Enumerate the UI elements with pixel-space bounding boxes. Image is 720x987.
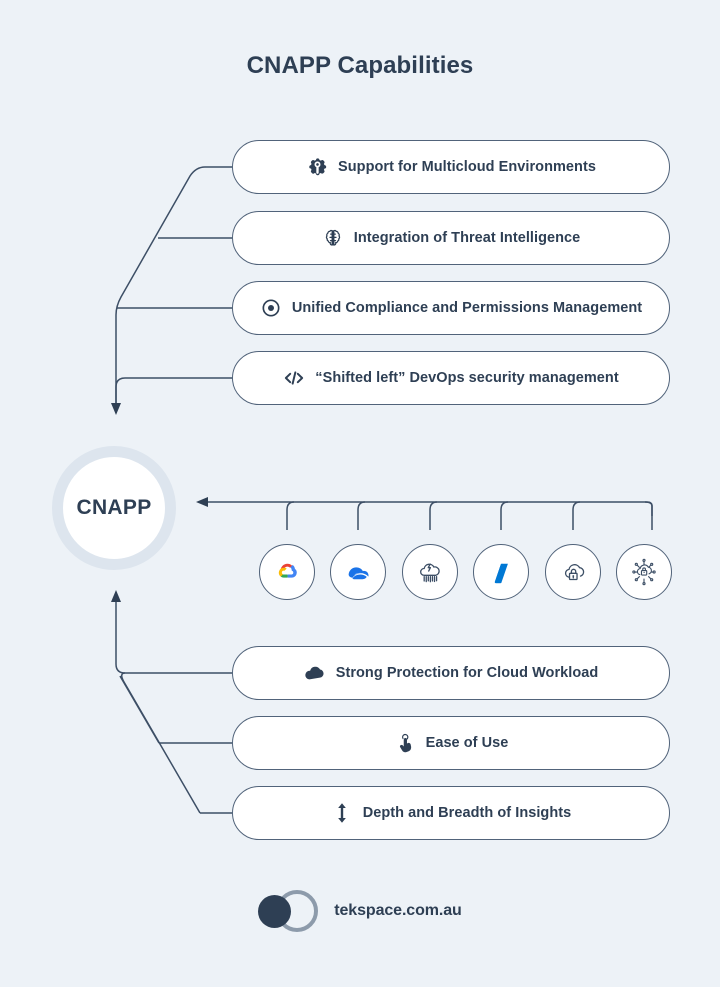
infographic-canvas: CNAPP Capabilities CNAPP Support for Mul… bbox=[0, 0, 720, 987]
capability-pill-compliance[interactable]: Unified Compliance and Permissions Manag… bbox=[232, 281, 670, 335]
azure-icon bbox=[494, 563, 508, 584]
connector-drop-4 bbox=[500, 501, 509, 530]
connector-arrow-down bbox=[111, 403, 121, 415]
target-icon bbox=[260, 297, 282, 319]
capability-pill-multicloud[interactable]: Support for Multicloud Environments bbox=[232, 140, 670, 194]
platform-google-cloud[interactable] bbox=[259, 544, 315, 600]
connector-arrow-up bbox=[111, 590, 121, 602]
network-lock-icon bbox=[632, 558, 656, 586]
cloud-filled-icon bbox=[304, 662, 326, 684]
gear-wrench-icon bbox=[306, 156, 328, 178]
connector-bottom-diagonal-aux bbox=[119, 675, 160, 744]
capability-label: Strong Protection for Cloud Workload bbox=[335, 665, 599, 681]
capability-pill-insights[interactable]: Depth and Breadth of Insights bbox=[232, 786, 670, 840]
platform-cloud-lock[interactable] bbox=[545, 544, 601, 600]
capability-label: Unified Compliance and Permissions Manag… bbox=[291, 300, 643, 316]
capability-label: Support for Multicloud Environments bbox=[338, 159, 596, 175]
cloud-lock-icon bbox=[564, 564, 585, 581]
connector-drop-5 bbox=[572, 501, 581, 530]
connector-top-trunk bbox=[115, 166, 232, 405]
pointing-hand-icon bbox=[394, 732, 416, 754]
capability-pill-shift-left[interactable]: “Shifted left” DevOps security managemen… bbox=[232, 351, 670, 405]
blue-cloud-icon bbox=[348, 567, 369, 580]
capability-label: Ease of Use bbox=[425, 735, 509, 751]
page-title: CNAPP Capabilities bbox=[246, 52, 474, 79]
rain-cloud-icon bbox=[420, 563, 440, 583]
capability-pill-threat-intel[interactable]: Integration of Threat Intelligence bbox=[232, 211, 670, 265]
vertical-double-arrow-icon bbox=[331, 802, 353, 824]
connector-arrow-left bbox=[196, 497, 208, 507]
platform-blue-cloud[interactable] bbox=[330, 544, 386, 600]
connector-bus bbox=[204, 501, 653, 507]
connector-bottom-trunk bbox=[115, 600, 232, 674]
connector-drop-1 bbox=[286, 501, 295, 530]
capability-label: Integration of Threat Intelligence bbox=[353, 230, 581, 246]
platform-azure[interactable] bbox=[473, 544, 529, 600]
platform-network-lock[interactable] bbox=[616, 544, 672, 600]
cnapp-center-node: CNAPP bbox=[52, 446, 176, 570]
capability-pill-cloud-workload[interactable]: Strong Protection for Cloud Workload bbox=[232, 646, 670, 700]
brain-icon bbox=[322, 227, 344, 249]
capability-label: Depth and Breadth of Insights bbox=[362, 805, 572, 821]
connector-bottom-diagonal bbox=[121, 672, 201, 814]
footer-wordmark: tekspace.com.au bbox=[334, 902, 462, 919]
connector-branch-top-4 bbox=[115, 377, 232, 405]
capability-pill-ease-of-use[interactable]: Ease of Use bbox=[232, 716, 670, 770]
connector-drop-6-elbow bbox=[644, 501, 653, 507]
platform-rain-cloud[interactable] bbox=[402, 544, 458, 600]
tekspace-logo-icon bbox=[258, 888, 320, 934]
code-tag-icon bbox=[283, 367, 305, 389]
google-cloud-icon bbox=[278, 563, 297, 578]
footer-branding: tekspace.com.au bbox=[0, 888, 720, 934]
connector-drop-2 bbox=[357, 501, 366, 530]
connector-drop-3 bbox=[429, 501, 438, 530]
capability-label: “Shifted left” DevOps security managemen… bbox=[315, 370, 619, 386]
cnapp-label: CNAPP bbox=[76, 496, 152, 519]
